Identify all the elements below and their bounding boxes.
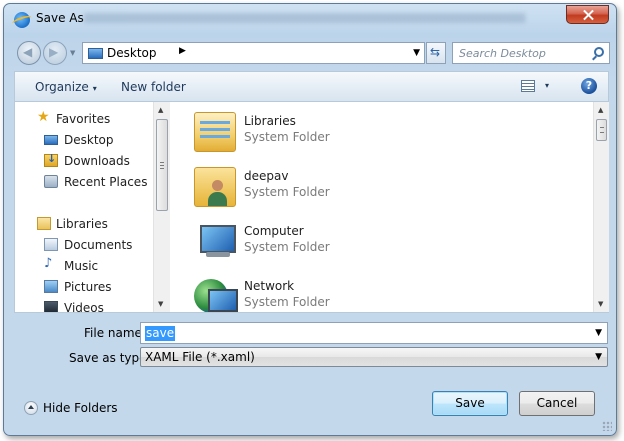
refresh-icon: ⇆ xyxy=(430,45,441,59)
search-icon[interactable] xyxy=(594,47,604,57)
scroll-thumb[interactable] xyxy=(156,119,168,211)
file-name: deepav xyxy=(244,169,289,183)
list-item-network[interactable]: Network System Folder xyxy=(188,277,548,312)
views-caret-icon[interactable]: ▾ xyxy=(545,81,549,90)
pictures-icon xyxy=(44,280,58,293)
blurred-window-path xyxy=(84,13,564,23)
sidebar-item-label: Pictures xyxy=(64,280,112,294)
save-as-type-label: Save as type: xyxy=(69,351,151,365)
save-as-type-dropdown-icon[interactable]: ▼ xyxy=(595,352,602,362)
star-icon: ★ xyxy=(37,109,50,125)
sidebar-item-libraries[interactable]: Libraries xyxy=(15,215,153,233)
forward-arrow-icon: ▶ xyxy=(49,45,59,59)
address-dropdown-icon[interactable]: ▼ xyxy=(413,48,420,58)
list-item-deepav[interactable]: deepav System Folder xyxy=(188,167,548,217)
close-button[interactable] xyxy=(566,5,609,24)
breadcrumb-chevron-icon[interactable]: ▶ xyxy=(179,46,186,56)
desktop-icon xyxy=(44,135,58,145)
file-type: System Folder xyxy=(244,185,330,199)
file-type: System Folder xyxy=(244,130,330,144)
browser-content: ★ Favorites Desktop Downloads Recent Pla… xyxy=(14,101,609,313)
sidebar-item-label: Documents xyxy=(64,238,133,252)
grip-icon xyxy=(160,162,164,169)
sidebar-item-label: Desktop xyxy=(64,133,114,147)
ie-icon xyxy=(14,12,30,28)
network-icon xyxy=(194,277,238,312)
recent-places-icon xyxy=(44,175,58,188)
sidebar-item-documents[interactable]: Documents xyxy=(15,236,153,254)
views-icon[interactable] xyxy=(521,80,535,92)
downloads-icon xyxy=(44,152,58,167)
search-input[interactable] xyxy=(459,45,589,61)
collapse-up-icon xyxy=(24,401,38,415)
save-button[interactable]: Save xyxy=(432,391,508,416)
hide-folders-button[interactable]: Hide Folders xyxy=(24,400,124,418)
file-name-input[interactable]: save xyxy=(145,326,176,341)
list-item-libraries[interactable]: Libraries System Folder xyxy=(188,112,548,162)
file-name: Computer xyxy=(244,224,304,238)
sidebar-item-label: Videos xyxy=(64,301,104,312)
computer-icon xyxy=(194,222,236,262)
sidebar-item-music[interactable]: ♪ Music xyxy=(15,257,153,275)
sidebar-item-favorites[interactable]: ★ Favorites xyxy=(15,110,153,128)
videos-icon xyxy=(44,301,58,312)
libraries-folder-icon xyxy=(194,112,236,152)
window-title: Save As xyxy=(36,11,84,25)
sidebar-item-label: Favorites xyxy=(56,112,111,126)
documents-icon xyxy=(44,238,58,251)
organize-label: Organize xyxy=(35,80,89,94)
sidebar-item-label: Music xyxy=(64,259,99,273)
organize-menu[interactable]: Organize ▾ xyxy=(35,80,97,94)
cancel-button[interactable]: Cancel xyxy=(519,391,595,416)
forward-button[interactable]: ▶ xyxy=(43,41,67,65)
file-name: Libraries xyxy=(244,114,296,128)
scroll-up-icon[interactable]: ▲ xyxy=(598,106,603,114)
back-button[interactable]: ◀ xyxy=(17,41,41,65)
save-as-type-value: XAML File (*.xaml) xyxy=(145,350,255,364)
scroll-thumb[interactable] xyxy=(596,119,607,141)
libraries-icon xyxy=(37,217,51,230)
file-list-scrollbar[interactable]: ▲ ▼ xyxy=(593,102,609,312)
sidebar-item-pictures[interactable]: Pictures xyxy=(15,278,153,296)
list-item-computer[interactable]: Computer System Folder xyxy=(188,222,548,272)
address-location[interactable]: Desktop xyxy=(107,46,157,60)
sidebar-item-label: Libraries xyxy=(56,217,108,231)
file-list: Libraries System Folder deepav System Fo… xyxy=(173,102,593,312)
sidebar-item-recent-places[interactable]: Recent Places xyxy=(15,173,153,191)
file-type: System Folder xyxy=(244,295,330,309)
title-bar[interactable]: Save As xyxy=(4,4,616,34)
file-type: System Folder xyxy=(244,240,330,254)
music-icon: ♪ xyxy=(44,256,53,271)
sidebar-item-downloads[interactable]: Downloads xyxy=(15,152,153,170)
resize-grip-icon[interactable] xyxy=(602,421,612,431)
sidebar-item-videos[interactable]: Videos xyxy=(15,299,153,312)
file-name-dropdown-icon[interactable]: ▼ xyxy=(595,328,602,338)
sidebar-item-label: Recent Places xyxy=(64,175,148,189)
save-as-dialog: Save As ◀ ▶ ▼ Desktop ▶ ▼ ⇆ Organize▾ Ne… xyxy=(3,3,617,436)
recent-pages-dropdown-icon[interactable]: ▼ xyxy=(70,49,75,57)
sidebar-item-desktop[interactable]: Desktop xyxy=(15,131,153,149)
file-name-label: File name: xyxy=(84,326,146,340)
refresh-button[interactable]: ⇆ xyxy=(426,42,446,64)
grip-icon xyxy=(600,127,604,133)
navigation-scrollbar[interactable]: ▲ ▼ xyxy=(153,102,170,312)
scroll-up-icon[interactable]: ▲ xyxy=(158,106,163,114)
scroll-down-icon[interactable]: ▼ xyxy=(158,300,163,308)
navigation-pane: ★ Favorites Desktop Downloads Recent Pla… xyxy=(15,102,170,312)
file-name: Network xyxy=(244,279,295,293)
new-folder-button[interactable]: New folder xyxy=(121,80,186,94)
sidebar-item-label: Downloads xyxy=(64,154,130,168)
help-icon[interactable]: ? xyxy=(581,78,597,94)
back-arrow-icon: ◀ xyxy=(23,45,33,59)
desktop-location-icon xyxy=(88,48,103,59)
address-bar[interactable]: Desktop ▶ ▼ xyxy=(82,42,425,64)
file-name-combobox[interactable]: save ▼ xyxy=(140,322,608,344)
command-toolbar: Organize ▾ New folder ▾ ? xyxy=(14,71,609,101)
scroll-down-icon[interactable]: ▼ xyxy=(598,300,603,308)
user-folder-icon xyxy=(194,167,236,207)
save-as-type-select[interactable]: XAML File (*.xaml) ▼ xyxy=(140,347,608,367)
hide-folders-label: Hide Folders xyxy=(43,401,118,415)
organize-caret-icon: ▾ xyxy=(92,84,97,93)
search-box[interactable] xyxy=(452,42,610,64)
